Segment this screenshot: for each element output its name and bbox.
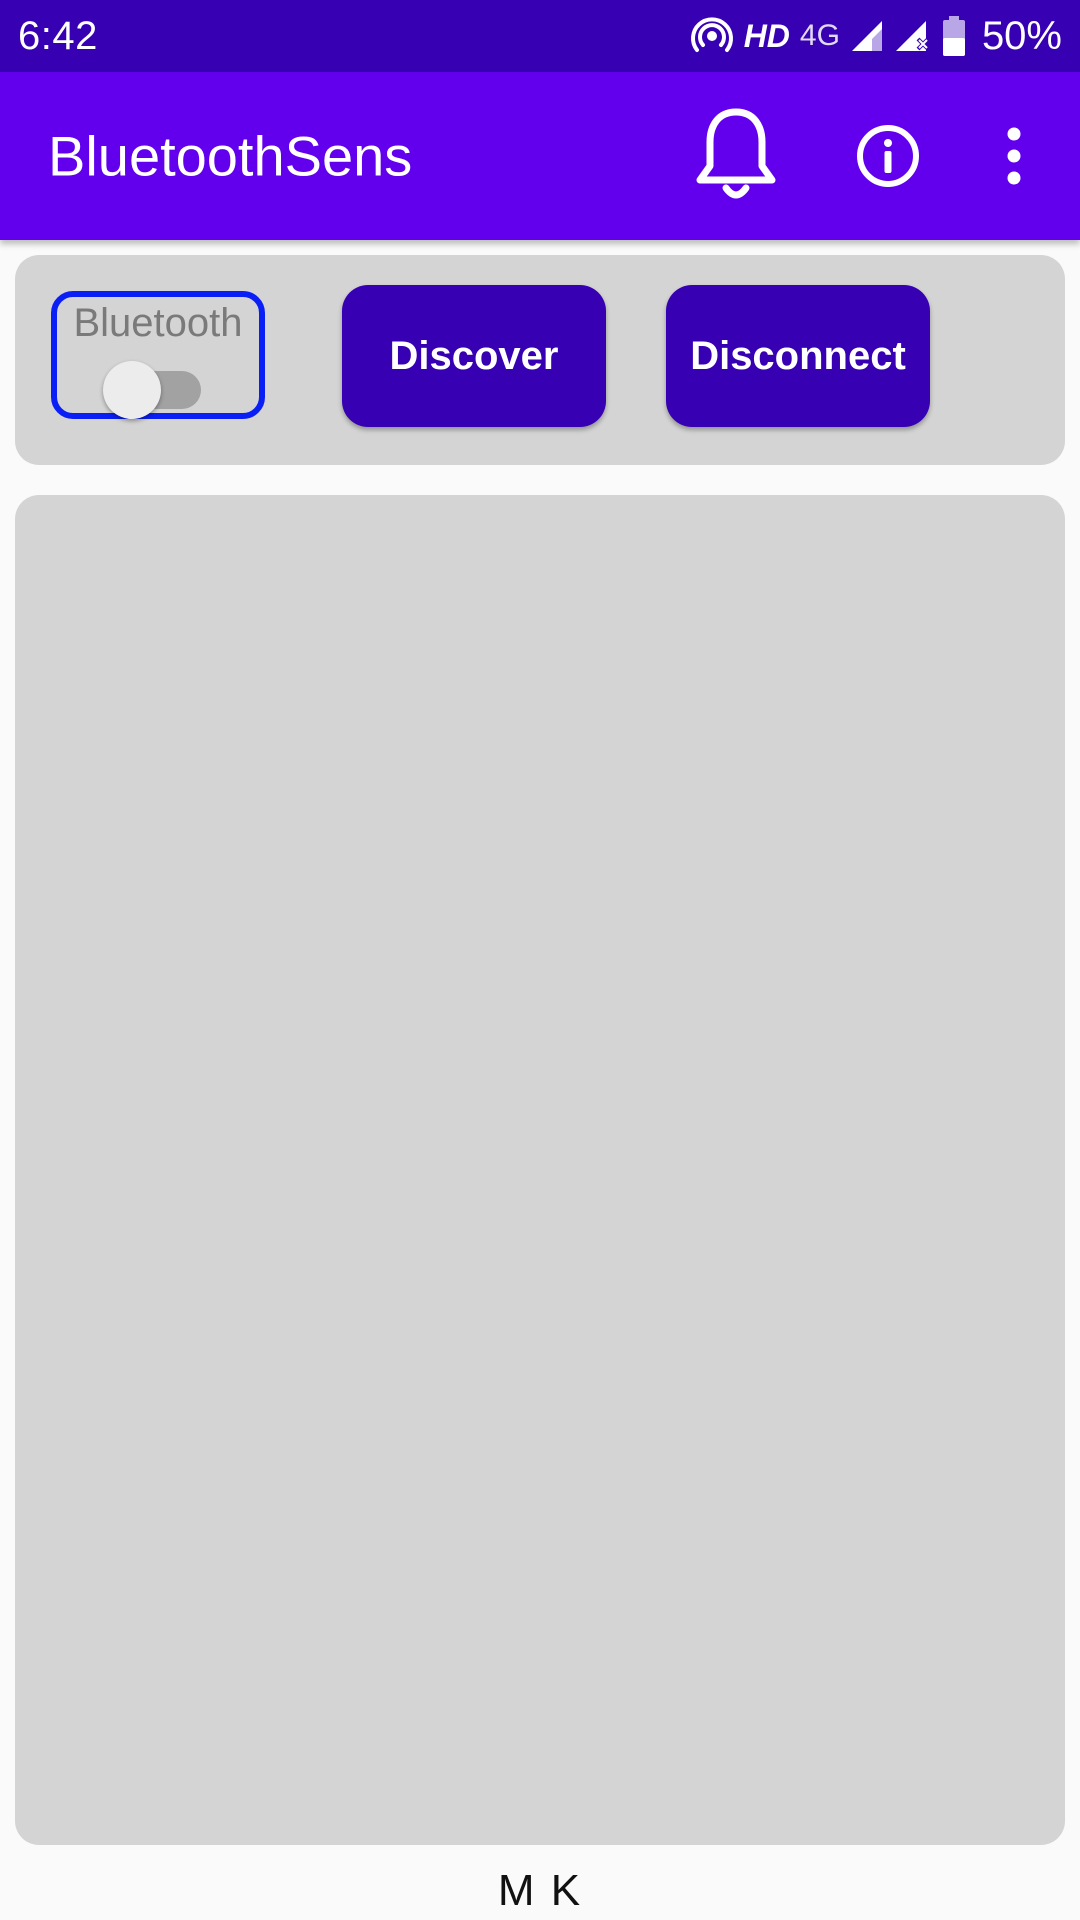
- battery-icon: [942, 16, 966, 56]
- app-bar: BluetoothSens: [0, 72, 1080, 240]
- info-icon: [857, 125, 919, 187]
- hd-label: HD: [743, 17, 790, 54]
- device-list-panel[interactable]: [15, 495, 1065, 1845]
- status-icons: HD 4G 50%: [690, 14, 1062, 59]
- bell-icon: [696, 108, 776, 199]
- status-time: 6:42: [18, 13, 98, 58]
- overflow-menu-button[interactable]: [990, 116, 1038, 196]
- app-title: BluetoothSens: [48, 124, 413, 188]
- disconnect-button[interactable]: Disconnect: [666, 285, 930, 427]
- switch-thumb: [103, 361, 161, 419]
- signal-icon: [850, 19, 884, 53]
- more-vert-icon: [1007, 127, 1021, 185]
- controls-card: Bluetooth Discover Disconnect: [15, 255, 1065, 465]
- hotspot-icon: [690, 14, 734, 58]
- notification-button[interactable]: [686, 101, 786, 211]
- network-label: 4G: [799, 19, 840, 52]
- bluetooth-toggle-label: Bluetooth: [73, 301, 243, 345]
- info-button[interactable]: [848, 116, 928, 196]
- status-bar: 6:42 HD 4G 50%: [0, 0, 1080, 72]
- footer-credit: M K: [497, 1866, 583, 1915]
- signal-no-data-icon: [894, 19, 932, 53]
- discover-button[interactable]: Discover: [342, 285, 606, 427]
- battery-percentage: 50%: [981, 13, 1062, 58]
- bluetooth-toggle[interactable]: Bluetooth: [51, 291, 265, 419]
